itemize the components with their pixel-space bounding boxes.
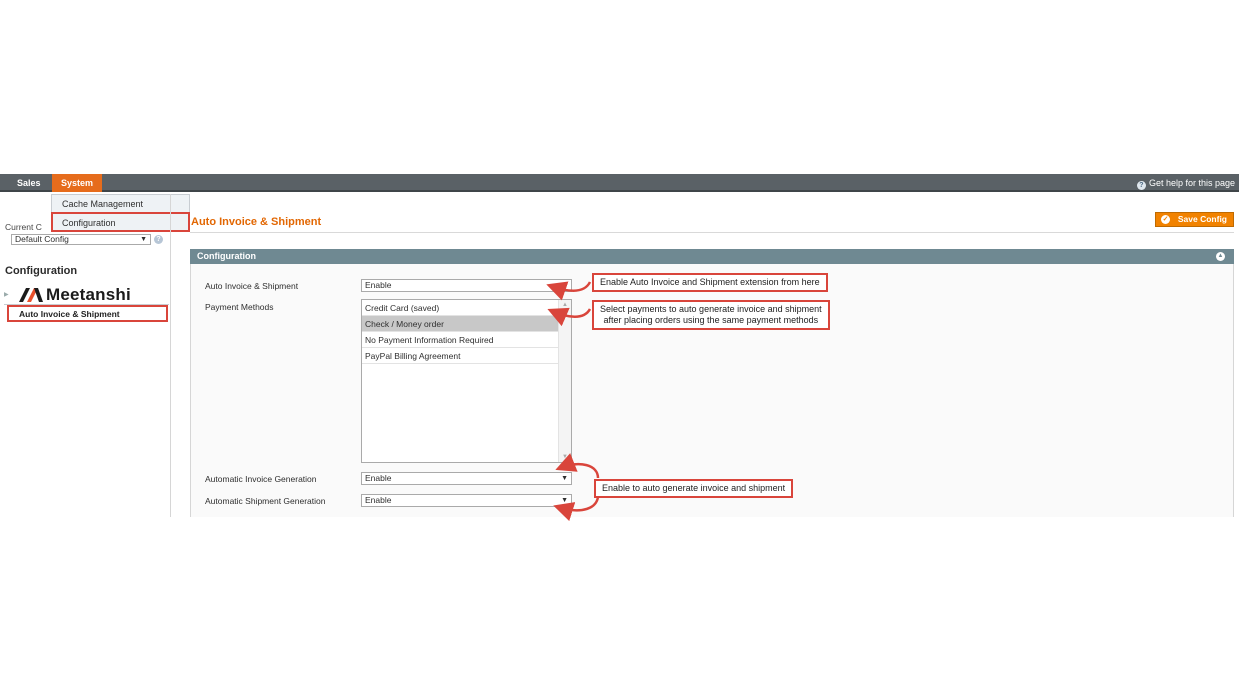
- admin-page: Sales System ? Get help for this page Cac…: [0, 0, 1239, 690]
- callout-payments-line2: after placing orders using the same paym…: [603, 315, 819, 325]
- callout-payments-line1: Select payments to auto generate invoice…: [600, 304, 822, 314]
- callout-payment-methods: Select payments to auto generate invoice…: [592, 300, 830, 330]
- annotation-arrows: [546, 281, 600, 522]
- callout-auto-generate: Enable to auto generate invoice and ship…: [594, 479, 794, 498]
- callout-enable-extension: Enable Auto Invoice and Shipment extensi…: [592, 273, 828, 292]
